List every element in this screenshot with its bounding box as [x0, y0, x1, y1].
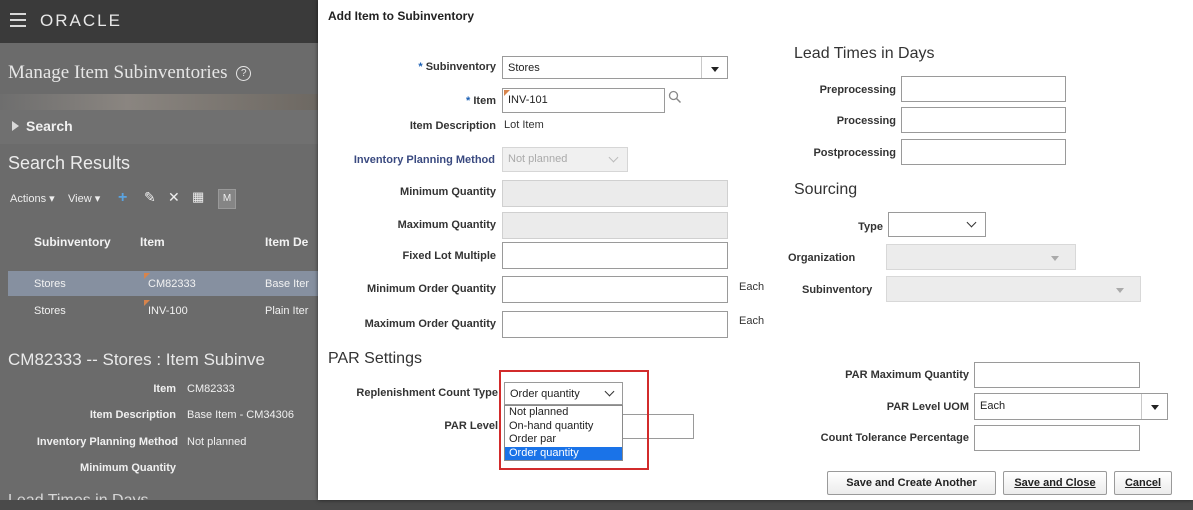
maximum-order-quantity-input[interactable]: [502, 311, 728, 338]
par-level-uom-label: PAR Level UOM: [886, 401, 969, 413]
search-icon[interactable]: [668, 90, 682, 109]
column-item[interactable]: Item: [140, 235, 165, 249]
cell-description: Plain Iter: [265, 305, 309, 317]
organization-label: Organization: [788, 252, 856, 264]
detail-ipm-value: Not planned: [187, 436, 247, 448]
detail-desc-label: Item Description: [89, 409, 176, 421]
flag-icon: [504, 90, 510, 96]
minimum-order-quantity-input[interactable]: [502, 276, 728, 303]
table-export-icon[interactable]: ▦: [192, 189, 204, 205]
maximum-order-quantity-label: Maximum Order Quantity: [364, 318, 496, 330]
par-settings-heading: PAR Settings: [328, 350, 422, 367]
cell-subinventory: Stores: [34, 278, 66, 290]
par-level-label: PAR Level: [444, 420, 498, 432]
dropdown-arrow-icon[interactable]: [701, 57, 727, 78]
column-subinventory[interactable]: Subinventory: [34, 235, 111, 249]
view-menu[interactable]: View ▾: [68, 192, 100, 205]
count-tolerance-percentage-input[interactable]: [974, 425, 1140, 451]
postprocessing-input[interactable]: [901, 139, 1066, 165]
edit-pencil-icon[interactable]: ✎: [144, 189, 156, 206]
postprocessing-label: Postprocessing: [813, 147, 896, 159]
table-row[interactable]: Stores INV-100 Plain Iter: [8, 298, 318, 323]
minimum-order-quantity-label: Minimum Order Quantity: [367, 283, 496, 295]
item-label: * Item: [466, 95, 496, 107]
dialog-title: Add Item to Subinventory: [328, 9, 475, 23]
actions-menu[interactable]: Actions ▾: [10, 192, 55, 205]
item-description-value: Lot Item: [504, 119, 544, 131]
par-level-uom-select[interactable]: Each: [974, 393, 1168, 420]
add-icon[interactable]: +: [118, 189, 127, 207]
subinventory-label: * Subinventory: [418, 61, 496, 73]
search-results-title: Search Results: [8, 153, 131, 173]
cell-subinventory: Stores: [34, 305, 66, 317]
page-bottom-strip: [0, 500, 1193, 510]
count-tolerance-percentage-label: Count Tolerance Percentage: [820, 432, 969, 444]
toolbar-more-button[interactable]: M: [218, 189, 236, 209]
cell-item: CM82333: [148, 278, 196, 290]
preprocessing-label: Preprocessing: [819, 84, 896, 96]
detail-item-label: Item: [153, 383, 176, 395]
maximum-quantity-input[interactable]: [502, 212, 728, 239]
help-circle-icon[interactable]: ?: [236, 66, 252, 81]
detail-minq-label: Minimum Quantity: [80, 462, 176, 474]
hamburger-menu-icon[interactable]: [10, 13, 26, 27]
background-page: ORACLE Manage Item Subinventories ? Sear…: [0, 0, 318, 510]
dropdown-arrow-icon: [1116, 288, 1124, 293]
detail-ipm-label: Inventory Planning Method: [36, 436, 178, 448]
sourcing-heading: Sourcing: [794, 181, 858, 198]
page-title: Manage Item Subinventories ?: [8, 62, 252, 84]
max-order-unit: Each: [739, 315, 765, 327]
delete-x-icon[interactable]: ✕: [168, 189, 180, 206]
cell-description: Base Iter: [265, 278, 310, 290]
dropdown-arrow-icon: [1051, 256, 1059, 261]
par-maximum-quantity-label: PAR Maximum Quantity: [845, 369, 969, 381]
processing-label: Processing: [836, 115, 896, 127]
oracle-logo: ORACLE: [40, 11, 122, 30]
par-maximum-quantity-input[interactable]: [974, 362, 1140, 388]
sourcing-type-select[interactable]: [888, 212, 986, 237]
header-banner: [0, 94, 318, 110]
detail-desc-value: Base Item - CM34306: [187, 409, 294, 421]
app-header: ORACLE: [0, 0, 318, 43]
organization-select[interactable]: [886, 244, 1076, 270]
inventory-planning-method-label: Inventory Planning Method: [353, 154, 495, 166]
subinventory-select[interactable]: Stores: [502, 56, 728, 79]
expand-triangle-icon: [12, 121, 19, 131]
dropdown-arrow-icon[interactable]: [1141, 394, 1167, 419]
save-and-close-button[interactable]: Save and Close: [1003, 471, 1107, 495]
inventory-planning-method-select[interactable]: Not planned: [502, 147, 628, 172]
sourcing-subinventory-label: Subinventory: [802, 284, 873, 296]
item-description-label: Item Description: [409, 120, 496, 132]
cancel-button[interactable]: Cancel: [1114, 471, 1172, 495]
lead-times-heading: Lead Times in Days: [794, 45, 935, 62]
preprocessing-input[interactable]: [901, 76, 1066, 102]
search-toggle[interactable]: Search: [12, 118, 73, 134]
save-and-create-another-button[interactable]: Save and Create Another: [827, 471, 996, 495]
cell-item: INV-100: [148, 305, 188, 317]
results-table-header: Subinventory Item Item De: [8, 221, 318, 267]
replenishment-count-type-label: Replenishment Count Type: [356, 387, 498, 399]
table-row[interactable]: Stores CM82333 Base Iter: [8, 271, 318, 296]
detail-item-value: CM82333: [187, 383, 235, 395]
item-input[interactable]: INV-101: [502, 88, 665, 113]
chevron-down-icon: [608, 152, 619, 163]
min-order-unit: Each: [739, 281, 765, 293]
sourcing-subinventory-select[interactable]: [886, 276, 1141, 302]
type-label: Type: [858, 221, 883, 233]
maximum-quantity-label: Maximum Quantity: [397, 219, 496, 231]
chevron-down-icon: [966, 217, 977, 228]
processing-input[interactable]: [901, 107, 1066, 133]
minimum-quantity-input[interactable]: [502, 180, 728, 207]
detail-title: CM82333 -- Stores : Item Subinve: [8, 350, 266, 369]
add-item-dialog: Add Item to Subinventory * Subinventory …: [318, 0, 1193, 500]
minimum-quantity-label: Minimum Quantity: [400, 186, 496, 198]
fixed-lot-multiple-input[interactable]: [502, 242, 728, 269]
fixed-lot-multiple-label: Fixed Lot Multiple: [402, 250, 497, 262]
column-item-description[interactable]: Item De: [265, 235, 308, 249]
highlight-box: [499, 370, 649, 470]
results-toolbar: Actions ▾ View ▾ + ✎ ✕ ▦ M: [8, 189, 318, 211]
